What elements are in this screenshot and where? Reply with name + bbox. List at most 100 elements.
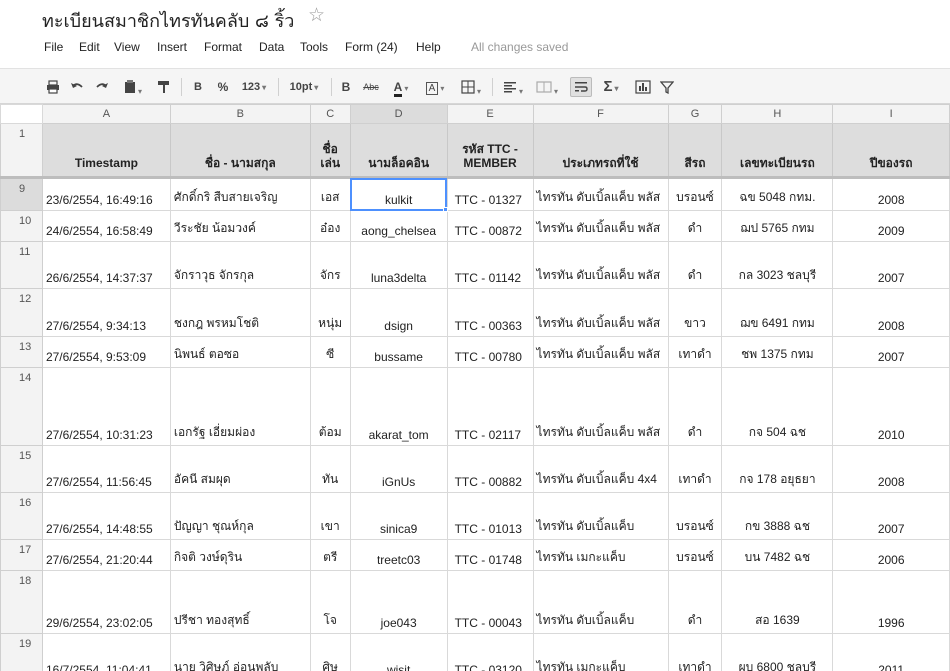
cell-car-color[interactable]: ดำ bbox=[667, 210, 723, 242]
menu-tools[interactable]: Tools bbox=[300, 40, 328, 54]
cell-nickname[interactable]: ซี bbox=[309, 336, 351, 368]
borders-dropdown[interactable]: ▾ bbox=[454, 77, 488, 97]
cell-plate[interactable]: ชพ 1375 กทม bbox=[721, 336, 834, 368]
cell-login[interactable]: treetc03 bbox=[349, 539, 448, 571]
cell-car-type[interactable]: ไทรทัน เมกะแค็บ bbox=[532, 633, 669, 671]
cell-nickname[interactable]: ต้อม bbox=[309, 367, 351, 446]
cell-car-color[interactable]: เทาดำ bbox=[667, 633, 723, 671]
cell-car-color[interactable]: ดำ bbox=[667, 570, 723, 634]
cell-member-id[interactable]: TTC - 01142 bbox=[446, 241, 534, 289]
document-title[interactable]: ทะเบียนสมาชิกไทรทันคลับ ๘ ริ้ว bbox=[42, 6, 294, 35]
cell-car-type[interactable]: ไทรทัน ดับเบิ้ลแค็บ พลัส bbox=[532, 288, 669, 337]
insert-chart-icon[interactable] bbox=[632, 77, 654, 97]
cell-timestamp[interactable]: 29/6/2554, 23:02:05 bbox=[41, 570, 171, 634]
cell-member-id[interactable]: TTC - 01013 bbox=[446, 492, 534, 540]
row-number[interactable]: 9 bbox=[0, 177, 43, 211]
cell-login[interactable]: bussame bbox=[349, 336, 448, 368]
row-number[interactable]: 1 bbox=[0, 123, 43, 178]
cell-name[interactable]: ปรีชา ทองสุทธิ์ bbox=[169, 570, 311, 634]
cell-car-color[interactable]: บรอนซ์ bbox=[667, 539, 723, 571]
cell-year[interactable]: 2011 bbox=[832, 633, 950, 671]
cell-member-id[interactable]: TTC - 00043 bbox=[446, 570, 534, 634]
menu-form[interactable]: Form (24) bbox=[345, 40, 398, 54]
cell-year[interactable]: 2007 bbox=[832, 241, 950, 289]
header-cell-member-id[interactable]: รหัส TTC - MEMBER bbox=[446, 123, 534, 178]
cell-plate[interactable]: กจ 178 อยุธยา bbox=[721, 445, 834, 493]
header-cell-year[interactable]: ปีของรถ bbox=[832, 123, 950, 178]
cell-login[interactable]: joe043 bbox=[349, 570, 448, 634]
percent-format-button[interactable]: % bbox=[213, 77, 233, 97]
cell-timestamp[interactable]: 24/6/2554, 16:58:49 bbox=[41, 210, 171, 242]
cell-year[interactable]: 1996 bbox=[832, 570, 950, 634]
header-cell-car-color[interactable]: สีรถ bbox=[667, 123, 723, 178]
cell-year[interactable]: 2007 bbox=[832, 492, 950, 540]
cell-login[interactable]: luna3delta bbox=[349, 241, 448, 289]
align-dropdown[interactable]: ▾ bbox=[498, 77, 528, 97]
row-number[interactable]: 11 bbox=[0, 241, 43, 289]
cell-car-color[interactable]: ดำ bbox=[667, 241, 723, 289]
fill-color-dropdown[interactable]: A ▾ bbox=[420, 77, 450, 97]
cell-car-color[interactable]: เทาดำ bbox=[667, 445, 723, 493]
menu-edit[interactable]: Edit bbox=[79, 40, 100, 54]
cell-member-id[interactable]: TTC - 02117 bbox=[446, 367, 534, 446]
cell-car-type[interactable]: ไทรทัน ดับเบิ้ลแค็บ พลัส bbox=[532, 241, 669, 289]
cell-timestamp[interactable]: 27/6/2554, 10:31:23 bbox=[41, 367, 171, 446]
cell-car-color[interactable]: บรอนซ์ bbox=[667, 177, 723, 211]
menu-help[interactable]: Help bbox=[416, 40, 441, 54]
cell-member-id[interactable]: TTC - 00363 bbox=[446, 288, 534, 337]
cell-car-type[interactable]: ไทรทัน ดับเบิ้ลแค็บ พลัส bbox=[532, 177, 669, 211]
print-icon[interactable] bbox=[44, 77, 62, 97]
header-cell-login[interactable]: นามล็อคอิน bbox=[349, 123, 448, 178]
cell-member-id[interactable]: TTC - 01748 bbox=[446, 539, 534, 571]
header-cell-nickname[interactable]: ชื่อเล่น bbox=[309, 123, 351, 178]
cell-member-id[interactable]: TTC - 03120 bbox=[446, 633, 534, 671]
selected-cell[interactable]: kulkit bbox=[349, 177, 448, 211]
cell-name[interactable]: วีระชัย น้อมวงค์ bbox=[169, 210, 311, 242]
column-header-i[interactable]: I bbox=[832, 104, 950, 124]
cell-nickname[interactable]: อ๋อง bbox=[309, 210, 351, 242]
header-cell-timestamp[interactable]: Timestamp bbox=[41, 123, 171, 178]
cell-year[interactable]: 2008 bbox=[832, 288, 950, 337]
column-header-a[interactable]: A bbox=[41, 104, 171, 124]
cell-year[interactable]: 2008 bbox=[832, 177, 950, 211]
cell-name[interactable]: ชงกฎ พรหมโชติ bbox=[169, 288, 311, 337]
cell-timestamp[interactable]: 27/6/2554, 14:48:55 bbox=[41, 492, 171, 540]
cell-car-type[interactable]: ไทรทัน ดับเบิ้ลแค็บ bbox=[532, 492, 669, 540]
header-cell-plate[interactable]: เลขทะเบียนรถ bbox=[721, 123, 834, 178]
cell-timestamp[interactable]: 27/6/2554, 9:53:09 bbox=[41, 336, 171, 368]
cell-name[interactable]: อัคนี สมผุด bbox=[169, 445, 311, 493]
row-number[interactable]: 13 bbox=[0, 336, 43, 368]
cell-member-id[interactable]: TTC - 00872 bbox=[446, 210, 534, 242]
cell-car-type[interactable]: ไทรทัน ดับเบิ้ลแค็บ พลัส bbox=[532, 210, 669, 242]
cell-car-type[interactable]: ไทรทัน เมกะแค็บ bbox=[532, 539, 669, 571]
cell-name[interactable]: นิพนธ์ ตอซอ bbox=[169, 336, 311, 368]
column-header-g[interactable]: G bbox=[667, 104, 723, 124]
cell-name[interactable]: ศักดิ์กริ สืบสายเจริญ bbox=[169, 177, 311, 211]
column-header-e[interactable]: E bbox=[446, 104, 534, 124]
bold-format-button[interactable]: B bbox=[189, 77, 207, 97]
row-number[interactable]: 15 bbox=[0, 445, 43, 493]
cell-year[interactable]: 2006 bbox=[832, 539, 950, 571]
cell-nickname[interactable]: เขา bbox=[309, 492, 351, 540]
cell-name[interactable]: จักราวุธ จักรกุล bbox=[169, 241, 311, 289]
paste-format-icon[interactable]: ▾ bbox=[118, 77, 148, 97]
cell-plate[interactable]: กล 3023 ชลบุรี bbox=[721, 241, 834, 289]
row-number[interactable]: 18 bbox=[0, 570, 43, 634]
cell-nickname[interactable]: ทัน bbox=[309, 445, 351, 493]
cell-car-type[interactable]: ไทรทัน ดับเบิ้ลแค็บ 4x4 bbox=[532, 445, 669, 493]
font-size-dropdown[interactable]: 10pt ▾ bbox=[284, 77, 324, 97]
cell-plate[interactable]: ฌข 6491 กทม bbox=[721, 288, 834, 337]
cell-login[interactable]: sinica9 bbox=[349, 492, 448, 540]
header-cell-car-type[interactable]: ประเภทรถที่ใช้ bbox=[532, 123, 669, 178]
cell-car-color[interactable]: ดำ bbox=[667, 367, 723, 446]
row-number[interactable]: 10 bbox=[0, 210, 43, 242]
menu-data[interactable]: Data bbox=[259, 40, 284, 54]
cell-nickname[interactable]: ตรี bbox=[309, 539, 351, 571]
menu-format[interactable]: Format bbox=[204, 40, 242, 54]
cell-timestamp[interactable]: 27/6/2554, 11:56:45 bbox=[41, 445, 171, 493]
menu-file[interactable]: File bbox=[44, 40, 63, 54]
cell-member-id[interactable]: TTC - 00780 bbox=[446, 336, 534, 368]
column-header-b[interactable]: B bbox=[169, 104, 311, 124]
cell-login[interactable]: wisit bbox=[349, 633, 448, 671]
column-header-f[interactable]: F bbox=[532, 104, 669, 124]
